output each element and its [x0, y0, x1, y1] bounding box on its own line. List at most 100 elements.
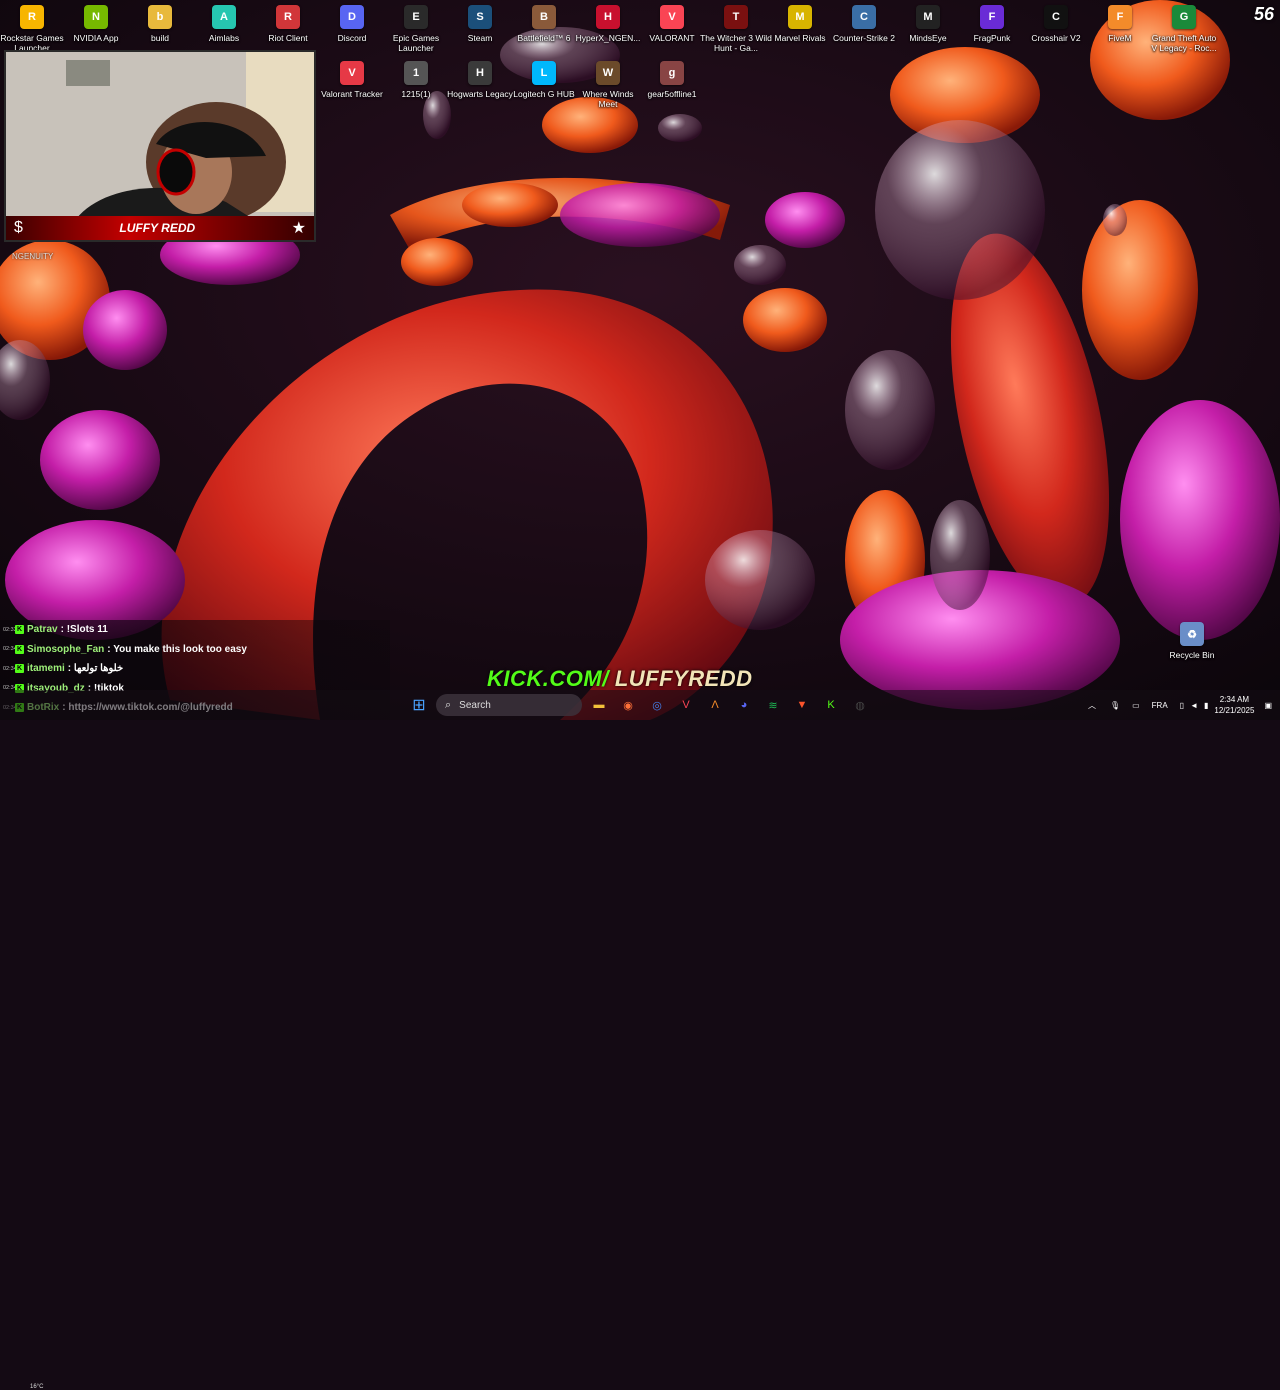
- volume-icon[interactable]: ◄: [1190, 701, 1198, 710]
- hogwarts-icon: H: [468, 61, 492, 85]
- desktop-shortcut[interactable]: B Battlefield™ 6: [512, 5, 576, 43]
- chat-text-body: You make this look too easy: [113, 643, 247, 655]
- chat-text: : خلوها تولعها: [67, 663, 124, 675]
- desktop-shortcut[interactable]: b build: [128, 5, 192, 43]
- battery-icon[interactable]: ▮: [1204, 701, 1208, 710]
- desktop-shortcut[interactable]: M Marvel Rivals: [768, 5, 832, 43]
- gta-icon: G: [1172, 5, 1196, 29]
- desktop-shortcut[interactable]: A Aimlabs: [192, 5, 256, 43]
- system-tray: ︿ 🎙 ▭ FRA ▯ ◄ ▮ 2:34 AM 12/21/2025 ▣: [1088, 690, 1280, 720]
- desktop-shortcut[interactable]: R Riot Client: [256, 5, 320, 43]
- chat-text-body: !Slots 11: [66, 624, 108, 636]
- kick-app-icon[interactable]: K: [820, 694, 842, 716]
- chevron-up-icon[interactable]: ︿: [1088, 700, 1096, 711]
- fragpunk-icon: F: [980, 5, 1004, 29]
- desktop-shortcut-label: Marvel Rivals: [774, 33, 826, 43]
- desktop-shortcut[interactable]: W Where Winds Meet: [576, 61, 640, 109]
- desktop-shortcut[interactable]: H Hogwarts Legacy: [447, 61, 513, 99]
- desktop-shortcut[interactable]: T The Witcher 3 Wild Hunt - Ga...: [700, 5, 772, 53]
- taskbar-search[interactable]: ⌕ Search: [436, 694, 582, 716]
- chat-message: 02:33 K Patrav: !Slots 11: [0, 620, 390, 640]
- desktop-shortcut-label: Grand Theft Auto V Legacy - Roc...: [1151, 33, 1217, 53]
- desktop-shortcut[interactable]: F FragPunk: [960, 5, 1024, 43]
- desktop-shortcut-label: Where Winds Meet: [582, 89, 634, 109]
- desktop-shortcut-label: Crosshair V2: [1031, 33, 1081, 43]
- desktop-shortcut-label: Steam: [467, 33, 493, 43]
- image-file-icon: 1: [404, 61, 428, 85]
- chat-username: Patrav: [27, 624, 58, 636]
- desktop-shortcut[interactable]: M MindsEye: [896, 5, 960, 43]
- taskbar: 16°C ⊞ ⌕ Search ▬ ◉ ◎ V Λ ◕ ≋ ▼ K ◍ ︿ 🎙 ▭ FRA ▯ ◄…: [0, 690, 1280, 1390]
- desktop-shortcut[interactable]: F FiveM: [1088, 5, 1152, 43]
- image-file-icon: g: [660, 61, 684, 85]
- desktop-shortcut[interactable]: g gear5offline1: [640, 61, 704, 99]
- desktop-shortcut-label: Counter-Strike 2: [833, 33, 895, 43]
- clock-time: 2:34 AM: [1219, 695, 1250, 704]
- desktop-shortcut[interactable]: N NVIDIA App: [64, 5, 128, 43]
- chat-timestamp: 02:33: [3, 626, 17, 633]
- network-icon[interactable]: ▯: [1180, 701, 1184, 710]
- desktop-shortcut[interactable]: S Steam: [448, 5, 512, 43]
- recycle-bin[interactable]: ♻ Recycle Bin: [1160, 622, 1224, 660]
- chrome-icon[interactable]: ◎: [646, 694, 668, 716]
- hyperx-icon: H: [596, 5, 620, 29]
- desktop-shortcut-label: Battlefield™ 6: [517, 33, 571, 43]
- valorant-taskbar-icon[interactable]: V: [675, 694, 697, 716]
- search-icon: ⌕: [445, 698, 452, 711]
- steam-icon: S: [468, 5, 492, 29]
- desktop-shortcut[interactable]: V VALORANT: [640, 5, 704, 43]
- aimlabs-icon: A: [212, 5, 236, 29]
- valorant-icon: V: [660, 5, 684, 29]
- aimlabs-taskbar-icon[interactable]: Λ: [704, 694, 726, 716]
- chat-timestamp: 02:34: [3, 665, 17, 672]
- desktop-shortcut-label: gear5offline1: [647, 89, 697, 99]
- ngenuity-desktop-label[interactable]: NGENUITY: [12, 252, 53, 261]
- where-winds-meet-icon: W: [596, 61, 620, 85]
- chat-text-body: خلوها تولعها: [73, 663, 124, 675]
- kick-site: KICK.COM/: [487, 666, 609, 691]
- weather-widget[interactable]: 16°C: [30, 1384, 43, 1390]
- crosshair-icon: C: [1044, 5, 1068, 29]
- desktop-shortcut-label: Riot Client: [268, 33, 308, 43]
- obs-icon[interactable]: ◍: [849, 694, 871, 716]
- desktop-shortcut[interactable]: H HyperX_NGEN...: [576, 5, 640, 43]
- search-placeholder: Search: [459, 699, 491, 711]
- start-button[interactable]: ⊞: [408, 694, 430, 716]
- riot-icon: R: [276, 5, 300, 29]
- mic-icon[interactable]: 🎙: [1110, 701, 1120, 710]
- dollar-icon: $: [14, 219, 23, 236]
- desktop-shortcut[interactable]: V Valorant Tracker: [320, 61, 384, 99]
- epic-icon: E: [404, 5, 428, 29]
- desktop-shortcut[interactable]: C Crosshair V2: [1024, 5, 1088, 43]
- witcher-icon: T: [724, 5, 748, 29]
- webcam-feed: [6, 52, 314, 240]
- clock[interactable]: 2:34 AM 12/21/2025: [1214, 694, 1254, 716]
- desktop-shortcut[interactable]: E Epic Games Launcher: [384, 5, 448, 53]
- desktop-shortcut[interactable]: G Grand Theft Auto V Legacy - Roc...: [1151, 5, 1217, 53]
- desktop-shortcut[interactable]: C Counter-Strike 2: [832, 5, 896, 43]
- chat-text: : !Slots 11: [60, 624, 108, 636]
- streamer-name: LUFFY REDD: [119, 220, 196, 235]
- firefox-icon[interactable]: ◉: [617, 694, 639, 716]
- file-explorer-icon[interactable]: ▬: [588, 694, 610, 716]
- desktop-shortcut[interactable]: R Rockstar Games Launcher: [0, 5, 64, 53]
- chat-timestamp: 02:34: [3, 646, 17, 653]
- notification-icon[interactable]: ▣: [1264, 701, 1272, 710]
- kick-badge-icon: K: [15, 644, 24, 654]
- brave-icon[interactable]: ▼: [791, 694, 813, 716]
- desktop-shortcut-label: 1215(1): [401, 89, 431, 99]
- chat-text: : You make this look too easy: [107, 643, 247, 655]
- desktop-shortcut-label: Hogwarts Legacy: [447, 89, 513, 99]
- discord-taskbar-icon[interactable]: ◕: [733, 694, 755, 716]
- desktop-shortcut[interactable]: L Logitech G HUB: [512, 61, 576, 99]
- fps-counter: 56: [1253, 4, 1274, 24]
- kick-badge-icon: K: [15, 664, 24, 674]
- desktop-shortcut[interactable]: 1 1215(1): [384, 61, 448, 99]
- spotify-icon[interactable]: ≋: [762, 694, 784, 716]
- language-indicator[interactable]: FRA: [1152, 701, 1168, 710]
- monitor-icon[interactable]: ▭: [1132, 701, 1140, 710]
- desktop-shortcut[interactable]: D Discord: [320, 5, 384, 43]
- chat-message: 02:34 K Simosophe_Fan: You make this look …: [0, 640, 390, 660]
- desktop-shortcut-label: VALORANT: [649, 33, 695, 43]
- mindseye-icon: M: [916, 5, 940, 29]
